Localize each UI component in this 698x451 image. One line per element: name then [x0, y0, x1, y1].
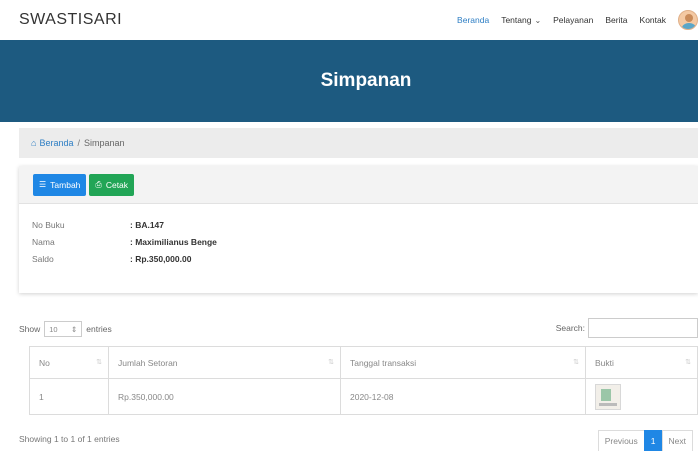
- table-controls: Show 10 ⇕ entries Search:: [19, 318, 698, 338]
- add-button-label: Tambah: [50, 179, 81, 190]
- cell-date: 2020-12-08: [340, 378, 586, 415]
- account-card: ☰ Tambah ⎙ Cetak No Buku : BA.147 Nama :…: [19, 166, 698, 293]
- search-label: Search:: [555, 323, 585, 333]
- page-1-button[interactable]: 1: [643, 430, 663, 451]
- entries-select[interactable]: 10 ⇕: [44, 321, 83, 337]
- member-name: : Maximilianus Benge: [130, 236, 217, 247]
- page-title: Simpanan: [320, 70, 412, 91]
- info-row-balance: Saldo : Rp.350,000.00: [32, 250, 698, 267]
- select-arrows-icon: ⇕: [70, 324, 78, 334]
- column-header-label: Jumlah Setoran: [118, 357, 178, 368]
- cell-amount: Rp.350,000.00: [108, 378, 341, 415]
- navbar: SWASTISARI Beranda Tentang ⌄ Pelayanan B…: [0, 0, 698, 40]
- sort-icon: ⇅: [573, 359, 579, 366]
- entries-control: Show 10 ⇕ entries: [19, 321, 112, 337]
- nav-menu: Beranda Tentang ⌄ Pelayanan Berita Konta…: [457, 0, 698, 40]
- column-header-label: Bukti: [595, 357, 614, 368]
- column-header-amount[interactable]: Jumlah Setoran ⇅: [108, 346, 341, 379]
- sort-icon: ⇅: [328, 359, 334, 366]
- add-button[interactable]: ☰ Tambah: [33, 173, 87, 196]
- print-button-label: Cetak: [105, 179, 129, 190]
- chevron-down-icon: ⌄: [534, 15, 542, 25]
- brand-logo[interactable]: SWASTISARI: [19, 11, 122, 29]
- column-header-label: Tanggal transaksi: [350, 357, 417, 368]
- show-label: Show: [19, 324, 41, 334]
- entries-label: entries: [86, 324, 112, 334]
- info-row-name: Nama : Maximilianus Benge: [32, 233, 698, 250]
- avatar[interactable]: [678, 10, 698, 30]
- search-control: Search:: [556, 318, 698, 338]
- book-number: : BA.147: [130, 219, 165, 230]
- nav-item-kontak[interactable]: Kontak: [640, 15, 666, 25]
- printer-icon: ⎙: [95, 179, 102, 189]
- table-row: 1 Rp.350,000.00 2020-12-08: [29, 378, 698, 415]
- column-header-label: No: [39, 357, 50, 368]
- nav-item-beranda[interactable]: Beranda: [457, 15, 489, 25]
- pagination: Previous 1 Next: [597, 430, 693, 451]
- table-header-row: No ⇅ Jumlah Setoran ⇅ Tanggal transaksi …: [29, 346, 698, 379]
- proof-thumbnail[interactable]: [595, 383, 621, 410]
- card-header: ☰ Tambah ⎙ Cetak: [19, 166, 698, 204]
- column-header-no[interactable]: No ⇅: [29, 346, 109, 379]
- info-row-book: No Buku : BA.147: [32, 216, 698, 233]
- table-info: Showing 1 to 1 of 1 entries: [19, 434, 120, 444]
- nav-item-label: Tentang: [501, 15, 532, 25]
- account-info: No Buku : BA.147 Nama : Maximilianus Ben…: [19, 204, 698, 267]
- breadcrumb-current: Simpanan: [83, 138, 125, 148]
- balance-value: : Rp.350,000.00: [130, 253, 192, 264]
- page-banner: Simpanan: [0, 40, 698, 122]
- home-icon: ⌂: [31, 138, 37, 148]
- sort-icon: ⇅: [685, 359, 691, 366]
- nav-item-berita[interactable]: Berita: [605, 15, 627, 25]
- sort-icon: ⇅: [96, 359, 102, 366]
- entries-value: 10: [49, 324, 58, 334]
- info-key: Saldo: [32, 253, 54, 264]
- previous-page-button[interactable]: Previous: [597, 430, 645, 451]
- list-icon: ☰: [39, 180, 47, 189]
- column-header-proof[interactable]: Bukti ⇅: [585, 346, 698, 379]
- breadcrumb-home-link[interactable]: Beranda: [39, 138, 73, 148]
- deposits-table: No ⇅ Jumlah Setoran ⇅ Tanggal transaksi …: [29, 346, 698, 415]
- info-key: Nama: [32, 236, 55, 247]
- search-input[interactable]: [588, 318, 698, 338]
- cell-no: 1: [29, 378, 109, 415]
- breadcrumb: ⌂ Beranda / Simpanan: [19, 128, 698, 158]
- nav-item-tentang[interactable]: Tentang ⌄: [501, 15, 541, 25]
- info-key: No Buku: [32, 219, 65, 230]
- breadcrumb-separator: /: [77, 138, 80, 148]
- print-button[interactable]: ⎙ Cetak: [89, 173, 135, 196]
- next-page-button[interactable]: Next: [661, 430, 693, 451]
- cell-proof: [585, 378, 698, 415]
- nav-item-pelayanan[interactable]: Pelayanan: [553, 15, 593, 25]
- column-header-date[interactable]: Tanggal transaksi ⇅: [340, 346, 586, 379]
